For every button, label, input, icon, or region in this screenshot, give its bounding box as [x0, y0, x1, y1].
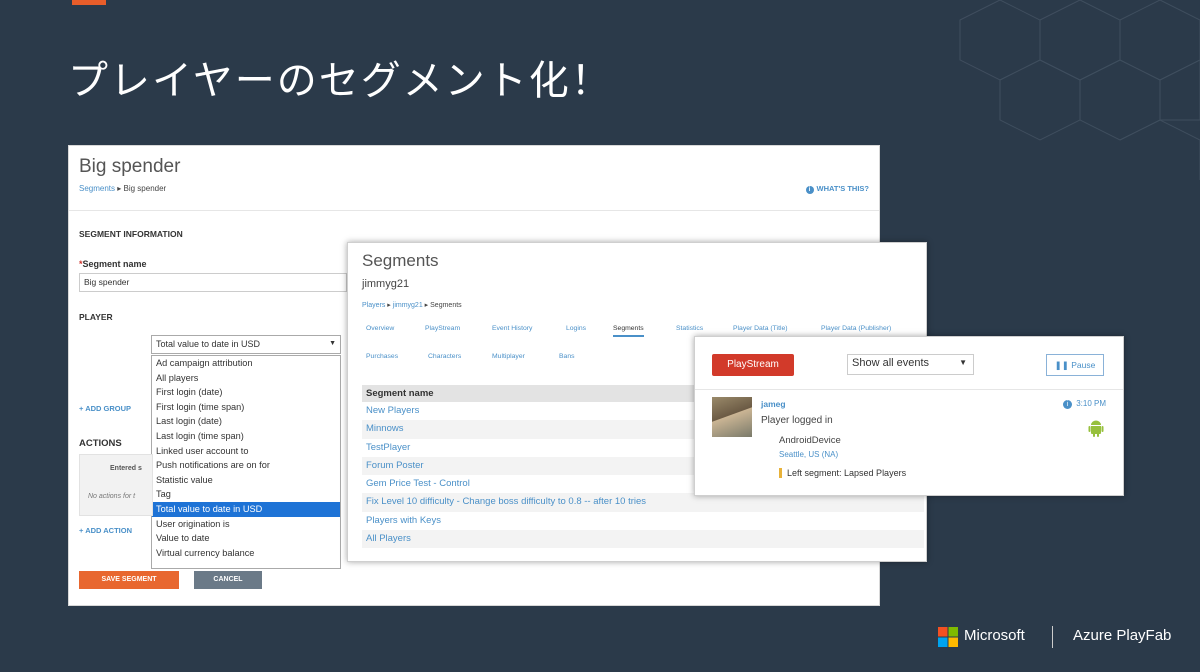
page-title: Big spender	[79, 156, 181, 177]
breadcrumb-current: Segments	[430, 302, 462, 309]
pause-label: Pause	[1071, 360, 1096, 370]
slide-title: プレイヤーのセグメント化！	[68, 58, 613, 104]
filter-option[interactable]: Statistic value	[152, 473, 340, 488]
pause-icon: ❚❚	[1054, 360, 1072, 370]
add-group-label: ADD GROUP	[85, 404, 132, 413]
tab-multiplayer[interactable]: Multiplayer	[492, 353, 525, 360]
breadcrumb-current: Big spender	[123, 184, 167, 193]
accent-tab	[72, 0, 106, 5]
add-action-button[interactable]: + ADD ACTION	[79, 526, 132, 535]
tab-player-data-publisher[interactable]: Player Data (Publisher)	[821, 325, 891, 332]
filter-option[interactable]: Last login (time span)	[152, 429, 340, 444]
breadcrumb-player-link[interactable]: jimmyg21	[393, 302, 423, 309]
event-time-label: 3:10 PM	[1076, 399, 1106, 408]
breadcrumb: Segments ▸ Big spender	[79, 184, 166, 193]
breadcrumb: Players ▸ jimmyg21 ▸ Segments	[362, 301, 462, 309]
page-title: Segments	[362, 251, 439, 270]
tab-segments[interactable]: Segments	[613, 325, 644, 337]
microsoft-wordmark: Microsoft	[964, 627, 1025, 644]
filter-option[interactable]: Last login (date)	[152, 414, 340, 429]
section-actions: ACTIONS	[79, 438, 122, 449]
event-time: i 3:10 PM	[1063, 399, 1106, 409]
whats-this-link[interactable]: i WHAT'S THIS?	[805, 184, 869, 194]
divider	[69, 210, 879, 211]
tab-characters[interactable]: Characters	[428, 353, 461, 360]
breadcrumb-segments-link[interactable]: Segments	[79, 184, 115, 193]
cancel-button[interactable]: CANCEL	[194, 571, 262, 589]
player-name: jimmyg21	[362, 278, 410, 290]
filter-option[interactable]: Value to date	[152, 531, 340, 546]
event-location-link[interactable]: Seattle, US (NA)	[779, 450, 838, 459]
segment-name-input[interactable]: Big spender	[79, 273, 347, 292]
save-segment-button[interactable]: SAVE SEGMENT	[79, 571, 179, 589]
player-filter-dropdown: Ad campaign attribution All players Firs…	[151, 355, 341, 569]
pause-button[interactable]: ❚❚ Pause	[1046, 354, 1104, 376]
product-name: Azure PlayFab	[1073, 627, 1172, 644]
filter-option[interactable]: Push notifications are on for	[152, 458, 340, 473]
android-icon	[1088, 420, 1104, 437]
player-filter-select[interactable]: Total value to date in USD ▼	[151, 335, 341, 354]
player-filter-value: Total value to date in USD	[156, 339, 261, 349]
table-row[interactable]: Fix Level 10 difficulty - Change boss di…	[362, 493, 924, 512]
segment-name-label: *Segment name	[79, 259, 147, 269]
add-group-button[interactable]: + ADD GROUP	[79, 404, 131, 413]
tab-overview[interactable]: Overview	[366, 325, 394, 332]
hexagon-pattern-decoration	[959, 0, 1200, 180]
segment-name-label-text: Segment name	[82, 259, 147, 269]
event-filter-select[interactable]: Show all events ▼	[847, 354, 974, 375]
table-row[interactable]: All Players	[362, 530, 924, 549]
event-text: Player logged in	[761, 415, 833, 426]
playstream-panel: PlayStream Show all events ▼ ❚❚ Pause ja…	[694, 336, 1124, 496]
tab-logins[interactable]: Logins	[566, 325, 586, 332]
event-device: AndroidDevice	[779, 435, 841, 446]
event-filter-value: Show all events	[852, 357, 930, 369]
filter-option[interactable]: Virtual currency balance	[152, 546, 340, 561]
info-icon[interactable]: i	[1063, 400, 1073, 409]
whats-this-label: WHAT'S THIS?	[816, 184, 869, 193]
info-icon: i	[805, 186, 814, 194]
filter-option[interactable]: First login (time span)	[152, 400, 340, 415]
table-row[interactable]: Players with Keys	[362, 512, 924, 530]
divider	[695, 389, 1123, 390]
filter-option-selected[interactable]: Total value to date in USD	[152, 501, 340, 517]
chevron-down-icon: ▼	[329, 340, 336, 347]
event-user-link[interactable]: jameg	[761, 399, 786, 409]
tab-statistics[interactable]: Statistics	[676, 325, 703, 332]
filter-option[interactable]: Tag	[152, 487, 340, 502]
tab-playstream[interactable]: PlayStream	[425, 325, 460, 332]
filter-option[interactable]: Linked user account to	[152, 444, 340, 459]
add-action-label: ADD ACTION	[85, 526, 132, 535]
chevron-down-icon: ▼	[959, 358, 967, 367]
actions-empty-text: No actions for t	[88, 493, 136, 500]
filter-option[interactable]: All players	[152, 371, 340, 386]
microsoft-logo-icon	[938, 627, 958, 647]
section-player: PLAYER	[79, 312, 113, 322]
playstream-button[interactable]: PlayStream	[712, 354, 794, 376]
event-segment-tag: Left segment: Lapsed Players	[779, 468, 906, 478]
tab-purchases[interactable]: Purchases	[366, 353, 398, 360]
actions-entered-header: Entered s	[110, 465, 142, 472]
breadcrumb-players-link[interactable]: Players	[362, 302, 385, 309]
tab-event-history[interactable]: Event History	[492, 325, 532, 332]
filter-option[interactable]: User origination is	[152, 517, 340, 532]
filter-option[interactable]: Ad campaign attribution	[152, 356, 340, 371]
actions-list: Entered s No actions for t	[79, 454, 153, 516]
tab-player-data-title[interactable]: Player Data (Title)	[733, 325, 788, 332]
section-segment-information: SEGMENT INFORMATION	[79, 229, 183, 239]
footer-separator	[1052, 626, 1053, 648]
tab-bans[interactable]: Bans	[559, 353, 575, 360]
avatar	[712, 397, 752, 437]
filter-option[interactable]: First login (date)	[152, 385, 340, 400]
